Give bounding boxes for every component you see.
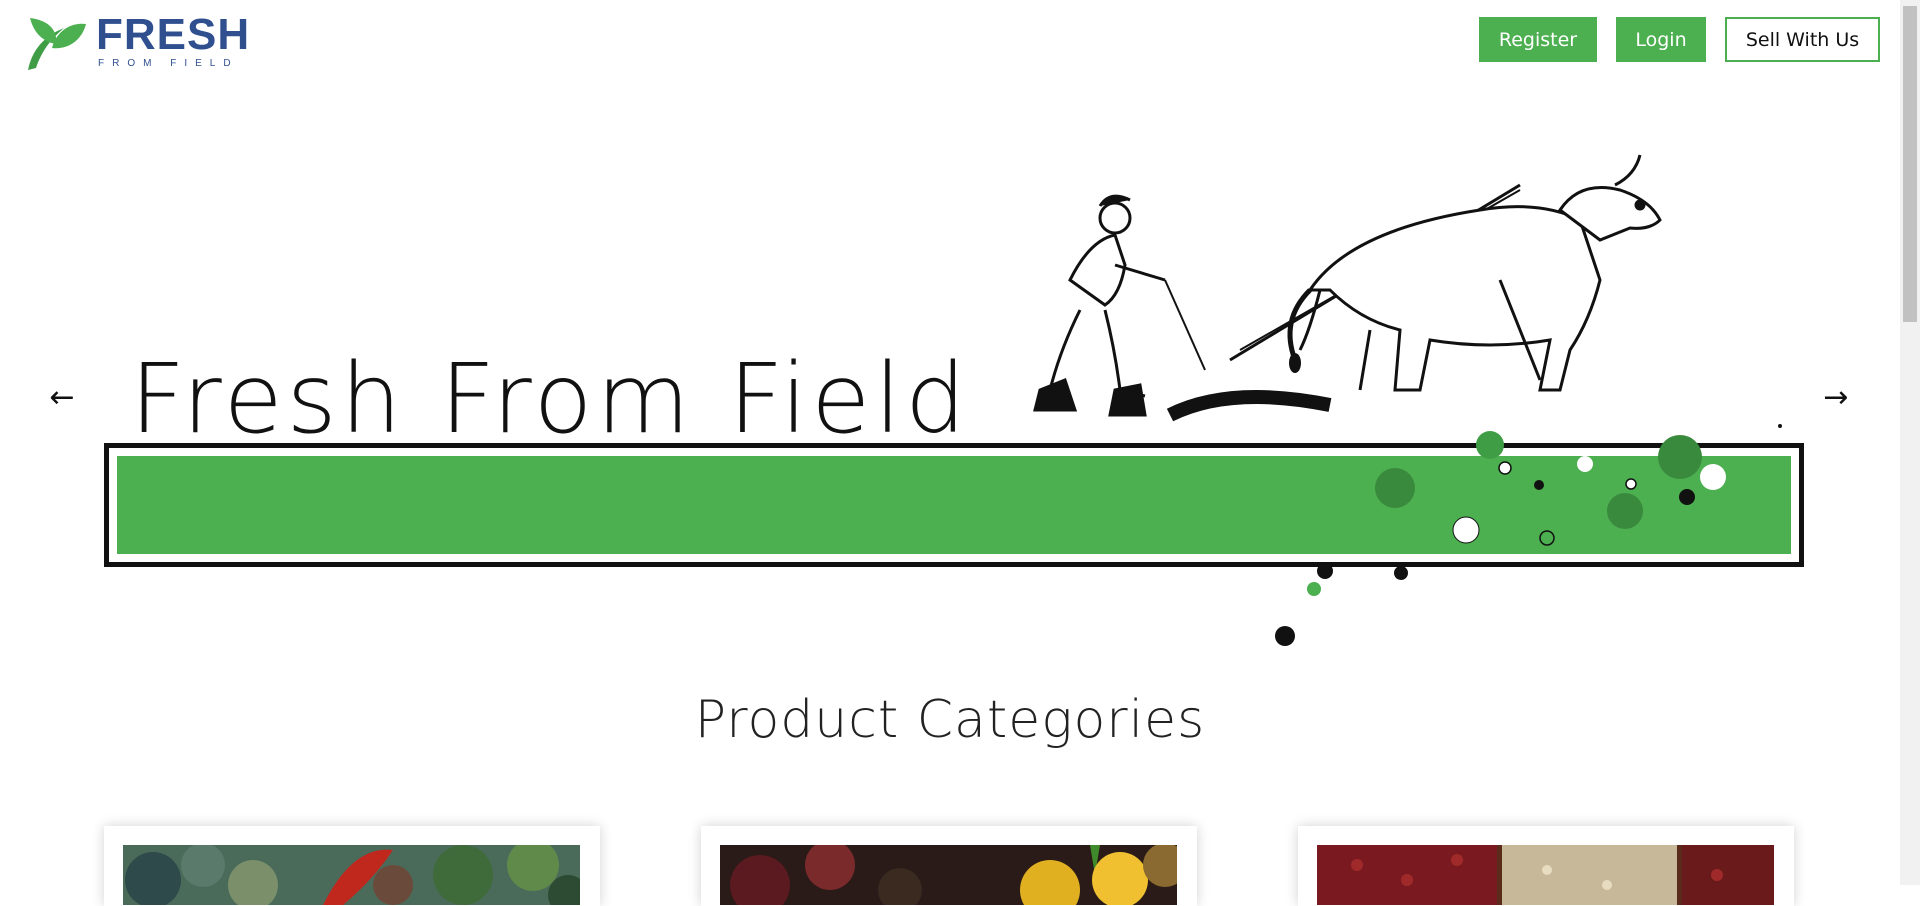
product-categories-title: Product Categories [694,690,1206,750]
vegetables-image[interactable] [123,845,580,905]
category-card-grains[interactable] [1298,826,1794,906]
brand-logo[interactable]: FRESH FROM FIELD [22,10,249,72]
sell-with-us-button[interactable]: Sell With Us [1725,17,1880,62]
site-header: FRESH FROM FIELD Register Login Sell Wit… [0,0,1900,90]
category-card-vegetables[interactable] [104,826,600,906]
logo-wordmark: FRESH [96,10,251,59]
hero-title: Fresh From Field [130,343,970,455]
leaf-icon [28,18,86,70]
hero-carousel: ← → Fresh From Field [0,90,1900,650]
category-card-fruits[interactable] [701,826,1197,906]
scrollbar-thumb[interactable] [1903,6,1917,322]
register-button[interactable]: Register [1479,17,1597,62]
fruits-image[interactable] [720,845,1177,905]
grains-image[interactable] [1317,845,1774,905]
login-button[interactable]: Login [1616,17,1706,62]
logo-tagline: FROM FIELD [98,58,239,69]
page-scrollbar[interactable] [1900,0,1920,885]
